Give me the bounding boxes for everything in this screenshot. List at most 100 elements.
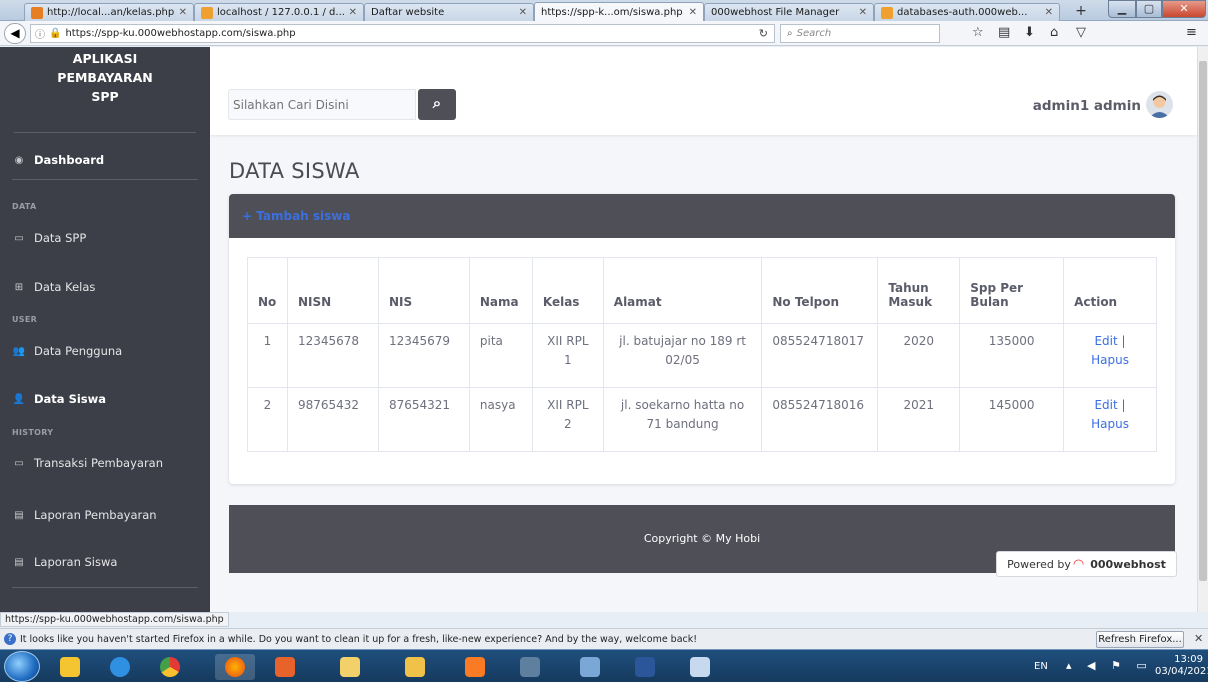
browser-tab[interactable]: http://local...an/kelas.php ✕ [24, 3, 194, 21]
close-icon[interactable]: ✕ [519, 7, 527, 18]
reading-list-icon[interactable]: ▤ [998, 25, 1010, 40]
column-header[interactable]: Kelas [531, 257, 604, 324]
document-icon: ▤ [14, 509, 24, 521]
column-header[interactable]: Tahun Masuk [877, 257, 961, 324]
search-button[interactable]: ⌕ [418, 89, 456, 120]
dashboard-icon: ◉ [14, 154, 24, 166]
pocket-icon[interactable]: ▽ [1076, 25, 1086, 40]
column-header[interactable]: NIS [377, 257, 470, 324]
cell-nisn: 12345678 [286, 323, 379, 388]
sidebar-item-data-siswa[interactable]: 👤 Data Siswa [12, 392, 106, 406]
column-header[interactable]: No [247, 257, 288, 324]
browser-tab-strip: http://local...an/kelas.php ✕ localhost … [0, 0, 1208, 22]
close-window-button[interactable]: ✕ [1162, 0, 1206, 18]
add-siswa-link[interactable]: + Tambah siswa [242, 209, 350, 223]
reload-icon[interactable]: ↻ [759, 27, 768, 40]
brand-line: APLIKASI [72, 51, 138, 66]
page-scrollbar[interactable] [1197, 47, 1208, 612]
delete-link[interactable]: Hapus [1091, 417, 1129, 431]
cell-telp: 085524718017 [761, 323, 879, 388]
cell-tahun: 2021 [877, 387, 961, 452]
document-icon: ▤ [14, 556, 24, 568]
sidebar-item-label: Data Kelas [34, 280, 96, 294]
user-name[interactable]: admin1 admin [1033, 98, 1141, 114]
browser-tab[interactable]: 000webhost File Manager ✕ [704, 3, 874, 21]
table-row: 2 98765432 87654321 nasya XII RPL 2 jl. … [247, 387, 1157, 452]
windows-taskbar: EN ▴ ◀ ⚑ ▭ 13:09 03/04/2021 [0, 649, 1208, 682]
chrome-icon[interactable] [150, 654, 190, 680]
clock[interactable]: 13:09 03/04/2021 [1155, 654, 1208, 678]
column-header[interactable]: NISN [286, 257, 379, 324]
sublime-icon[interactable] [510, 654, 550, 680]
delete-link[interactable]: Hapus [1091, 353, 1129, 367]
scrollbar-thumb[interactable] [1199, 61, 1207, 581]
tray-icons[interactable]: ▴ ◀ ⚑ ▭ [1066, 659, 1153, 672]
edit-link[interactable]: Edit | [1094, 398, 1125, 412]
close-icon[interactable]: ✕ [349, 7, 357, 18]
page-favicon-icon [881, 6, 893, 19]
sidebar-item-transaksi[interactable]: ▭ Transaksi Pembayaran [12, 456, 163, 470]
star-bookmark-icon[interactable]: ☆ [972, 25, 984, 40]
table-row: 1 12345678 12345679 pita XII RPL 1 jl. b… [247, 323, 1157, 388]
browser-tab[interactable]: localhost / 127.0.0.1 / d... ✕ [194, 3, 364, 21]
money-icon: ▭ [14, 457, 24, 469]
home-icon[interactable]: ⌂ [1050, 25, 1058, 40]
language-indicator[interactable]: EN [1034, 661, 1048, 672]
xampp-icon[interactable] [455, 654, 495, 680]
refresh-firefox-button[interactable]: Refresh Firefox... [1096, 631, 1184, 648]
browser-search-input[interactable]: ⌕ Search [780, 24, 940, 43]
cell-kelas: XII RPL 2 [531, 387, 604, 452]
calculator-icon[interactable] [570, 654, 610, 680]
search-input[interactable] [228, 89, 416, 120]
info-icon[interactable]: ⓘ [35, 26, 45, 41]
maximize-window-button[interactable]: ▢ [1136, 0, 1162, 18]
cell-alamat: jl. batujajar no 189 rt 02/05 [602, 323, 763, 388]
edit-link[interactable]: Edit | [1094, 334, 1125, 348]
powered-by-badge[interactable]: Powered by ◠ 000webhost [996, 551, 1177, 577]
browser-tab[interactable]: Daftar website ✕ [364, 3, 534, 21]
sidebar-item-dashboard[interactable]: ◉ Dashboard [12, 153, 105, 167]
column-header[interactable]: No Telpon [761, 257, 879, 324]
search-icon: ⌕ [787, 28, 793, 39]
sidebar-item-label: Laporan Siswa [34, 555, 118, 569]
close-icon[interactable]: ✕ [1045, 7, 1053, 18]
sidebar-item-laporan-siswa[interactable]: ▤ Laporan Siswa [12, 555, 117, 569]
back-arrow-icon[interactable]: ◀ [4, 23, 26, 44]
address-bar[interactable]: ⓘ 🔒 https://spp-ku.000webhostapp.com/sis… [30, 24, 775, 43]
internet-explorer-icon[interactable] [100, 654, 140, 680]
close-icon[interactable]: ✕ [689, 7, 697, 18]
avatar[interactable] [1146, 91, 1173, 118]
cell-tahun: 2020 [877, 323, 961, 388]
folder-icon[interactable] [395, 654, 435, 680]
column-header[interactable]: Alamat [602, 257, 763, 324]
sidebar-item-laporan-pembayaran[interactable]: ▤ Laporan Pembayaran [12, 508, 156, 522]
firefox-icon[interactable] [215, 654, 255, 680]
minimize-window-button[interactable]: ▁ [1108, 0, 1136, 18]
new-tab-button[interactable]: + [1070, 2, 1092, 20]
cell-kelas: XII RPL 1 [531, 323, 604, 388]
outlook-icon[interactable] [265, 654, 305, 680]
menu-icon[interactable]: ≡ [1186, 25, 1197, 40]
download-icon[interactable]: ⬇ [1024, 25, 1035, 40]
browser-tab-active[interactable]: https://spp-k...om/siswa.php ✕ [534, 2, 704, 22]
sidebar-item-data-kelas[interactable]: ⊞ Data Kelas [12, 280, 96, 294]
browser-tab[interactable]: databases-auth.000web... ✕ [874, 3, 1060, 21]
notes-app-icon[interactable] [50, 654, 90, 680]
sidebar-item-data-pengguna[interactable]: 👥 Data Pengguna [12, 344, 122, 358]
sidebar: APLIKASI PEMBAYARAN SPP ◉ Dashboard DATA… [0, 47, 210, 612]
tab-title: http://local...an/kelas.php [47, 7, 175, 18]
file-manager-icon[interactable] [330, 654, 370, 680]
data-card: + Tambah siswa No NISN NIS Nama Kelas Al… [229, 194, 1175, 484]
word-icon[interactable] [625, 654, 665, 680]
close-icon[interactable]: ✕ [1194, 632, 1203, 645]
column-header[interactable]: Action [1063, 257, 1157, 324]
close-icon[interactable]: ✕ [859, 7, 867, 18]
column-header[interactable]: Nama [468, 257, 533, 324]
app-brand[interactable]: APLIKASI PEMBAYARAN SPP [14, 47, 196, 133]
paint-icon[interactable] [680, 654, 720, 680]
tab-title: https://spp-k...om/siswa.php [541, 7, 683, 18]
start-button[interactable] [4, 651, 40, 682]
column-header[interactable]: Spp Per Bulan [959, 257, 1065, 324]
sidebar-item-data-spp[interactable]: ▭ Data SPP [12, 231, 86, 245]
close-icon[interactable]: ✕ [179, 7, 187, 18]
